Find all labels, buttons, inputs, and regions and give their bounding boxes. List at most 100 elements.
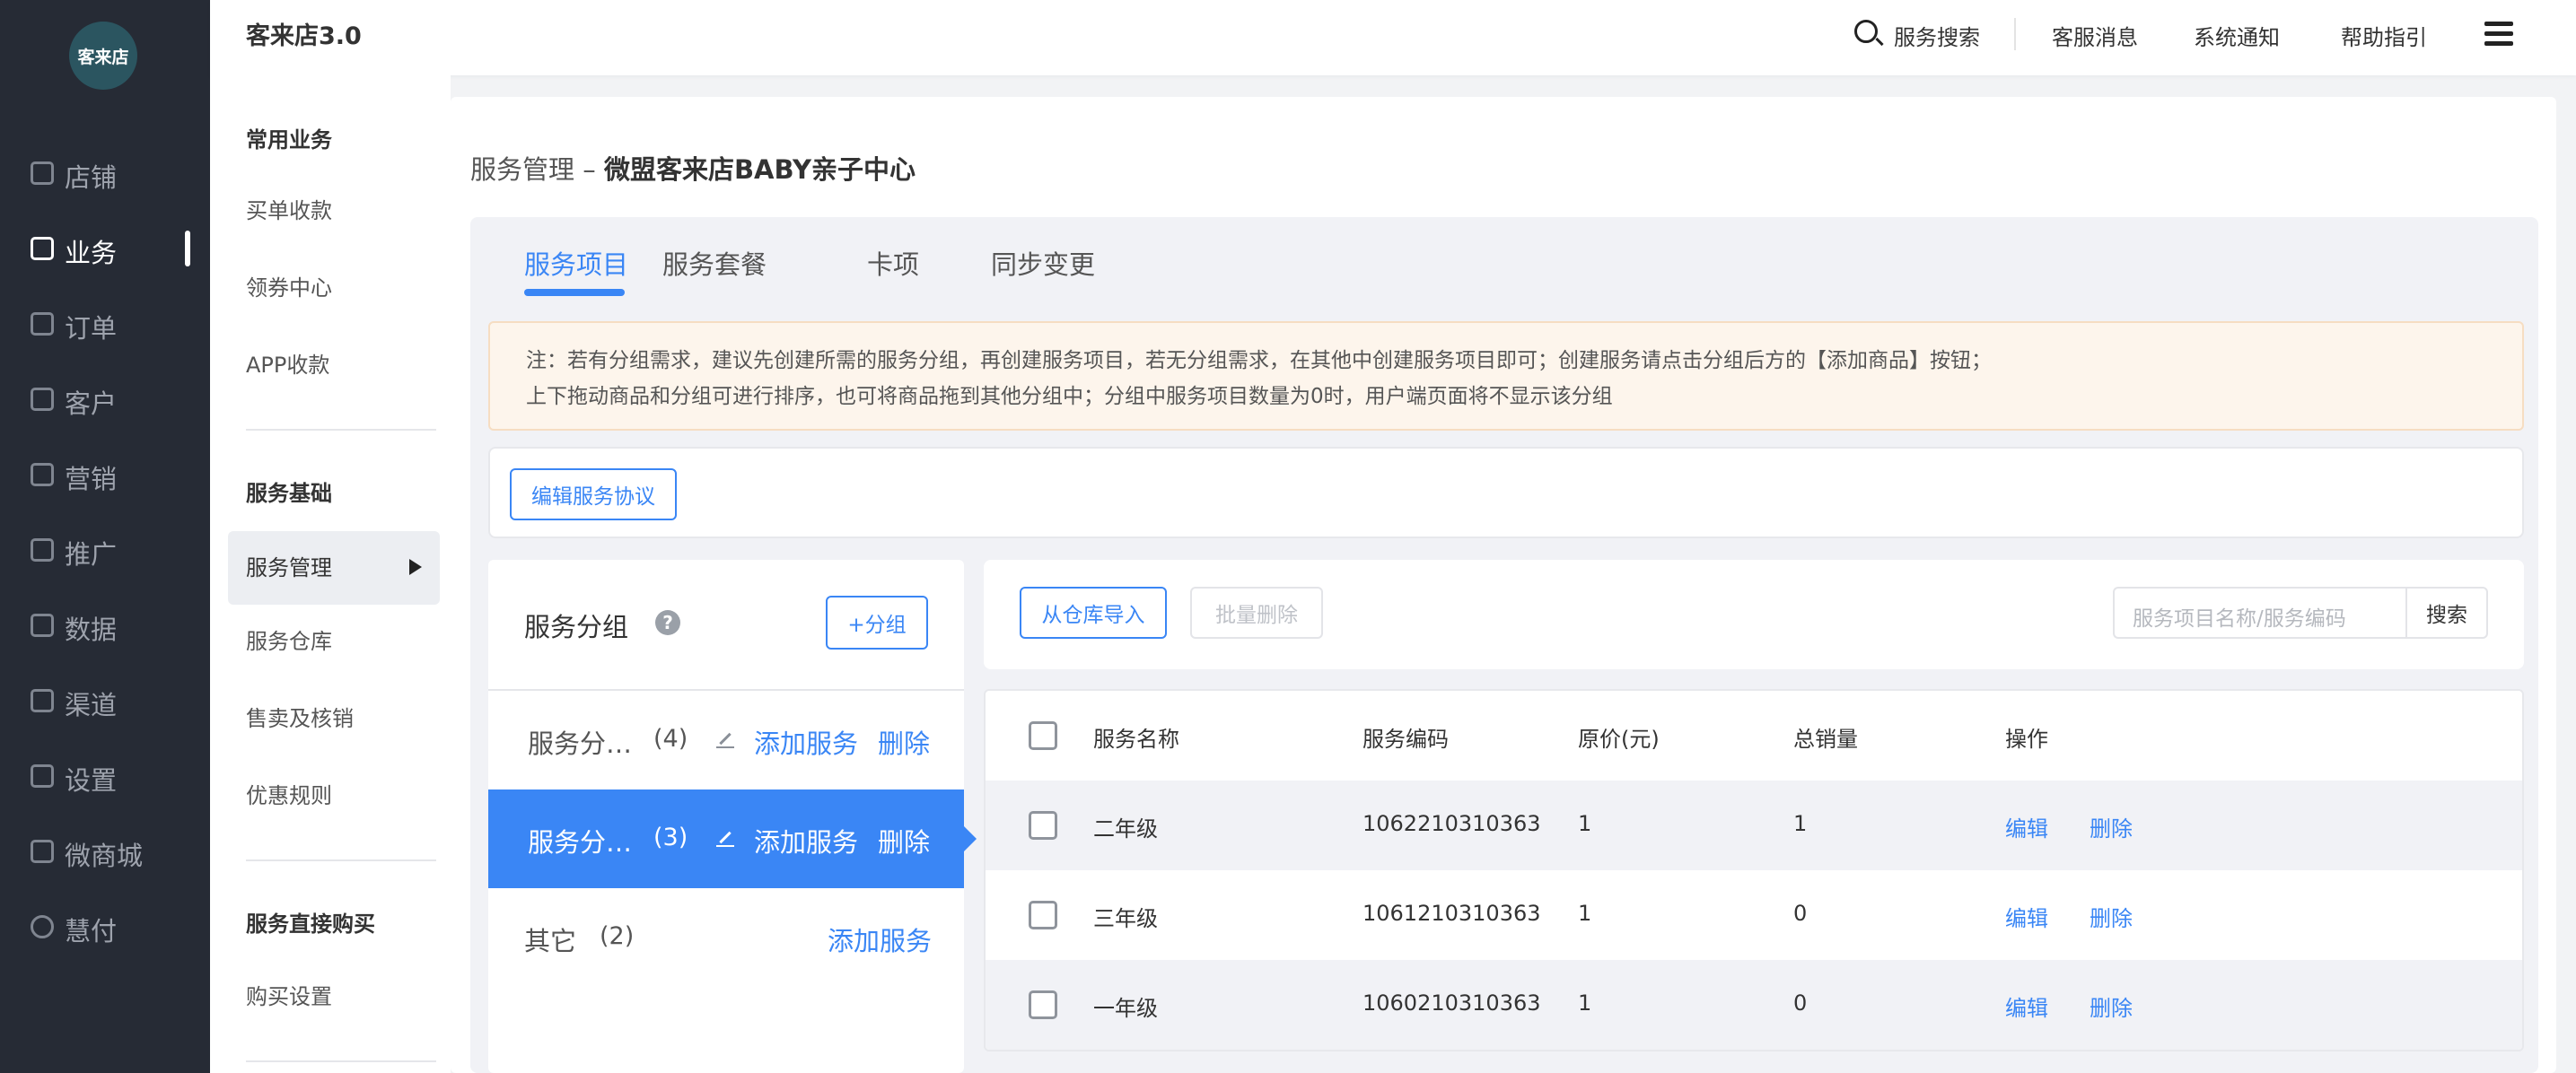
subnav-item-pay-bill[interactable]: 买单收款	[228, 174, 440, 248]
customer-service-messages-link[interactable]: 客服消息	[2052, 20, 2138, 51]
main-sidebar: 客来店 店铺 业务 订单 客户 营销 推广 数据 渠道 设置 微商城 慧付	[0, 0, 210, 1073]
delete-link[interactable]: 删除	[2090, 990, 2133, 1022]
edit-link[interactable]: 编辑	[2005, 901, 2048, 932]
active-indicator	[185, 231, 190, 266]
add-service-link[interactable]: 添加服务	[828, 920, 932, 958]
import-from-warehouse-button[interactable]: 从仓库导入	[1020, 587, 1167, 639]
nav-item-store[interactable]: 店铺	[0, 146, 210, 200]
app-title: 客来店3.0	[246, 22, 362, 50]
service-search-link[interactable]: 服务搜索	[1894, 20, 1980, 51]
add-group-button[interactable]: +分组	[826, 596, 928, 650]
delete-link[interactable]: 删除	[2090, 901, 2133, 932]
original-price: 1	[1578, 901, 1592, 926]
column-header: 原价(元)	[1578, 727, 1660, 752]
row-checkbox[interactable]	[1029, 990, 1057, 1019]
nav-item-promotion[interactable]: 推广	[0, 523, 210, 577]
subnav-item-purchase-settings[interactable]: 购买设置	[228, 960, 440, 1034]
notice-line: 注：若有分组需求，建议先创建所需的服务分组，再创建服务项目，若无分组需求，在其他…	[526, 349, 1992, 372]
app-logo[interactable]: 客来店	[69, 22, 137, 90]
total-sales: 0	[1793, 901, 1808, 926]
delete-group-link[interactable]: 删除	[878, 723, 930, 761]
help-icon[interactable]: ?	[655, 610, 680, 635]
service-name: 三年级	[1093, 906, 1158, 931]
group-name: 服务分…	[528, 728, 633, 759]
nav-item-mall[interactable]: 微商城	[0, 824, 210, 878]
gear-icon	[31, 764, 54, 788]
search-button[interactable]: 搜索	[2405, 587, 2488, 639]
table-row[interactable]: 一年级 1060210310363 1 0 编辑 删除	[986, 960, 2522, 1050]
nav-item-settings[interactable]: 设置	[0, 749, 210, 803]
row-checkbox[interactable]	[1029, 811, 1057, 840]
nav-item-data[interactable]: 数据	[0, 598, 210, 652]
tab-service-items[interactable]: 服务项目	[524, 244, 628, 282]
secondary-sidebar: 常用业务 买单收款 领券中心 APP收款 服务基础 服务管理 服务仓库 售卖及核…	[210, 75, 451, 1073]
column-header: 服务名称	[1093, 727, 1179, 752]
group-row[interactable]: 服务分… (4) 添加服务 删除	[488, 691, 964, 789]
delete-group-link[interactable]: 删除	[878, 822, 930, 859]
select-all-checkbox[interactable]	[1029, 721, 1057, 750]
delete-link[interactable]: 删除	[2090, 811, 2133, 842]
nav-item-marketing[interactable]: 营销	[0, 448, 210, 502]
nav-label: 渠道	[65, 690, 118, 720]
section-heading: 常用业务	[246, 127, 332, 153]
subnav-item-service-management[interactable]: 服务管理	[228, 531, 440, 605]
service-search-input[interactable]: 服务项目名称/服务编码	[2113, 587, 2405, 639]
nav-item-orders[interactable]: 订单	[0, 297, 210, 351]
table-row[interactable]: 三年级 1061210310363 1 0 编辑 删除	[986, 870, 2522, 960]
nav-item-pay[interactable]: 慧付	[0, 900, 210, 954]
groups-title: 服务分组	[524, 612, 629, 642]
subnav-label: 服务管理	[246, 555, 332, 580]
add-service-link[interactable]: 添加服务	[754, 723, 858, 761]
table-header: 服务名称 服务编码 原价(元) 总销量 操作	[986, 691, 2522, 781]
subnav-item-service-warehouse[interactable]: 服务仓库	[228, 605, 440, 678]
briefcase-icon	[31, 237, 54, 260]
content-area: 服务项目 服务套餐 卡项 同步变更 注：若有分组需求，建议先创建所需的服务分组，…	[470, 217, 2538, 1073]
edit-icon[interactable]	[716, 730, 734, 748]
notice-box: 注：若有分组需求，建议先创建所需的服务分组，再创建服务项目，若无分组需求，在其他…	[488, 321, 2524, 431]
nav-label: 推广	[65, 539, 118, 570]
nav-item-channels[interactable]: 渠道	[0, 674, 210, 728]
group-name: 服务分…	[528, 827, 633, 858]
nav-item-customers[interactable]: 客户	[0, 372, 210, 426]
breadcrumb: 服务管理 – 微盟客来店BABY亲子中心	[470, 149, 916, 187]
tab-sync-changes[interactable]: 同步变更	[991, 244, 1095, 282]
divider	[246, 859, 436, 861]
caret-right-icon	[409, 559, 422, 575]
group-row[interactable]: 其它 (2) 添加服务	[488, 888, 964, 987]
subnav-item-app-pay[interactable]: APP收款	[228, 328, 440, 402]
breadcrumb-prefix: 服务管理 –	[470, 154, 604, 185]
hamburger-menu-icon[interactable]	[2484, 22, 2513, 47]
cart-icon	[31, 840, 54, 863]
table-row[interactable]: 二年级 1062210310363 1 1 编辑 删除	[986, 781, 2522, 870]
nav-label: 营销	[65, 464, 118, 494]
subnav-item-sales-verification[interactable]: 售卖及核销	[228, 682, 440, 755]
divider	[246, 1060, 436, 1062]
subnav-item-coupon-center[interactable]: 领券中心	[228, 251, 440, 325]
edit-service-agreement-button[interactable]: 编辑服务协议	[510, 468, 677, 520]
add-service-link[interactable]: 添加服务	[754, 822, 858, 859]
pay-icon	[31, 915, 54, 938]
total-sales: 1	[1793, 811, 1808, 836]
billboard-icon	[31, 538, 54, 562]
batch-delete-button[interactable]: 批量删除	[1190, 587, 1323, 639]
service-name: 二年级	[1093, 816, 1158, 842]
column-header: 服务编码	[1362, 727, 1449, 752]
edit-icon[interactable]	[716, 829, 734, 847]
edit-link[interactable]: 编辑	[2005, 811, 2048, 842]
edit-link[interactable]: 编辑	[2005, 990, 2048, 1022]
action-bar: 编辑服务协议	[488, 447, 2524, 538]
system-notifications-link[interactable]: 系统通知	[2194, 20, 2280, 51]
group-row-selected[interactable]: 服务分… (3) 添加服务 删除	[488, 789, 977, 888]
line-chart-icon	[31, 614, 54, 637]
nav-item-business[interactable]: 业务	[0, 222, 210, 275]
tab-service-packages[interactable]: 服务套餐	[662, 244, 767, 282]
row-checkbox[interactable]	[1029, 901, 1057, 929]
nav-label: 微商城	[65, 841, 144, 871]
service-table: 服务名称 服务编码 原价(元) 总销量 操作 二年级 1062210310363…	[984, 689, 2524, 1051]
service-code: 1061210310363	[1362, 901, 1541, 926]
subnav-item-discount-rules[interactable]: 优惠规则	[228, 759, 440, 833]
main-panel: 服务管理 – 微盟客来店BABY亲子中心 服务项目 服务套餐 卡项 同步变更 注…	[451, 97, 2556, 1073]
tab-card-items[interactable]: 卡项	[867, 244, 919, 282]
search-icon[interactable]	[1854, 20, 1878, 43]
help-guide-link[interactable]: 帮助指引	[2341, 20, 2427, 51]
